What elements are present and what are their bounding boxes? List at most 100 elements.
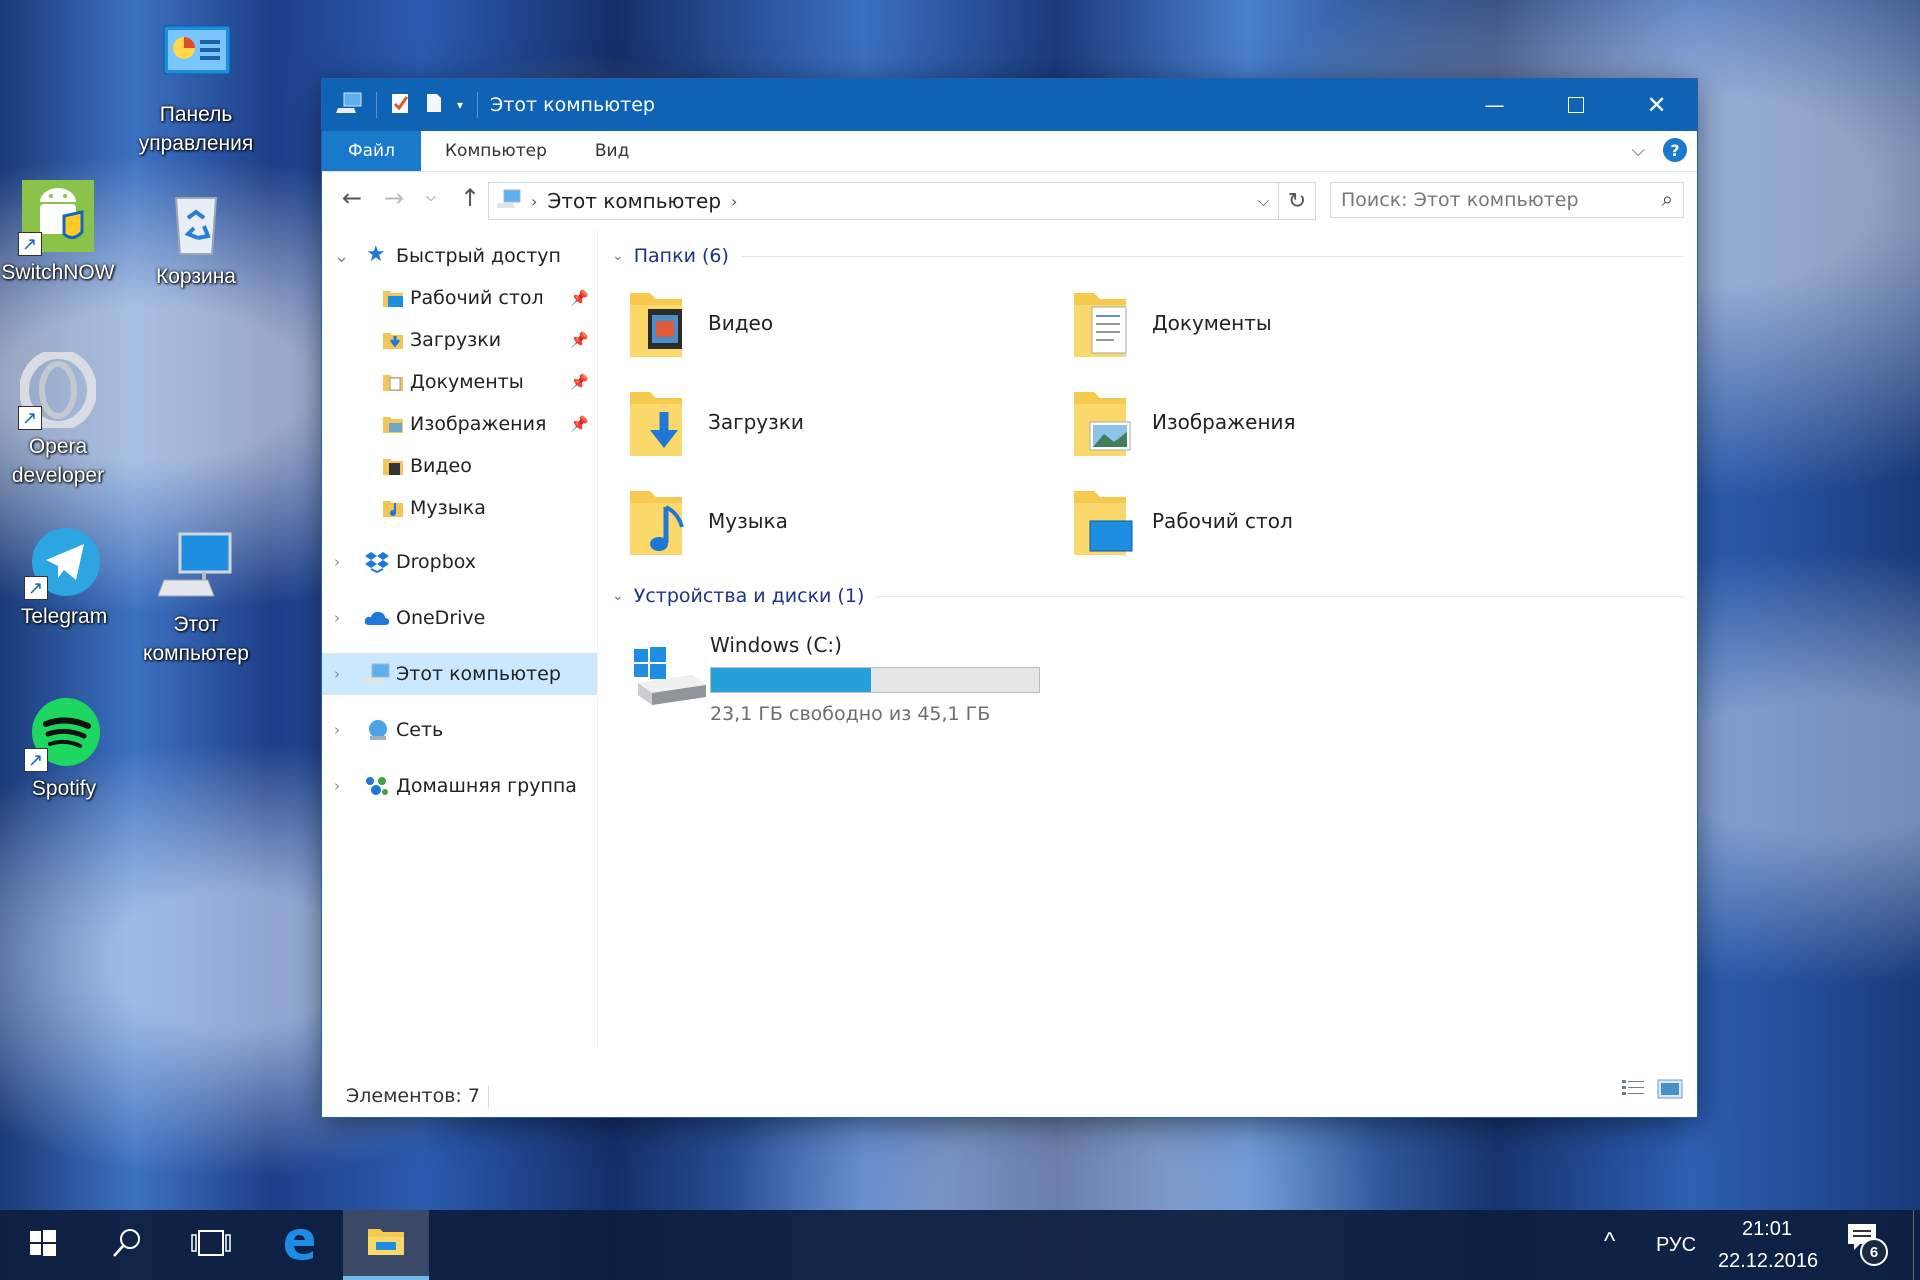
up-button[interactable]: ↑ (450, 184, 490, 212)
folder-tile-documents[interactable]: Документы (1042, 279, 1482, 367)
folder-tile-pictures[interactable]: Изображения (1042, 378, 1482, 466)
folder-tile-music[interactable]: Музыка (598, 477, 1038, 565)
address-bar[interactable]: › Этот компьютер › ⌵ ↻ (488, 182, 1316, 220)
chevron-right-icon[interactable]: › (334, 721, 340, 739)
nav-item-dropbox[interactable]: › Dropbox (322, 541, 597, 583)
forward-button[interactable]: → (374, 184, 414, 212)
nav-item-music[interactable]: Музыка (322, 487, 597, 529)
pin-icon[interactable]: 📌 (570, 331, 589, 349)
folder-label: Изображения (1152, 410, 1296, 434)
address-dropdown-icon[interactable]: ⌵ (1258, 192, 1269, 210)
taskbar-edge[interactable] (256, 1210, 342, 1280)
folder-label: Загрузки (708, 410, 804, 434)
nav-item-network[interactable]: › Сеть (322, 709, 597, 751)
refresh-button[interactable]: ↻ (1278, 183, 1315, 219)
large-icons-view-icon[interactable] (1657, 1078, 1683, 1105)
nav-label: Dropbox (396, 551, 477, 573)
desktop-folder-icon (1072, 483, 1138, 559)
clock-time[interactable]: 21:01 (1742, 1218, 1792, 1241)
chevron-right-icon[interactable]: › (334, 609, 340, 627)
group-header-devices[interactable]: ⌄ Устройства и диски (1) (612, 585, 1684, 607)
breadcrumb-this-pc[interactable]: Этот компьютер (547, 189, 721, 213)
search-button[interactable] (84, 1210, 170, 1280)
folder-tile-downloads[interactable]: Загрузки (598, 378, 1038, 466)
folder-tile-desktop[interactable]: Рабочий стол (1042, 477, 1482, 565)
pin-icon[interactable]: 📌 (570, 373, 589, 391)
desktop-icon-label: Этот (173, 613, 219, 636)
folder-tile-videos[interactable]: Видео (598, 279, 1038, 367)
chevron-right-icon[interactable]: › (334, 777, 340, 795)
nav-item-pictures[interactable]: Изображения 📌 (322, 403, 597, 445)
nav-item-documents[interactable]: Документы 📌 (322, 361, 597, 403)
language-indicator[interactable]: РУС (1656, 1234, 1696, 1257)
help-button[interactable]: ? (1663, 138, 1687, 162)
group-header-folders[interactable]: ⌄ Папки (6) (612, 245, 1684, 267)
folder-label: Видео (708, 311, 774, 335)
maximize-button[interactable] (1535, 79, 1616, 131)
nav-item-onedrive[interactable]: › OneDrive (322, 597, 597, 639)
recent-locations-button[interactable]: ⌵ (426, 190, 436, 205)
pin-icon[interactable]: 📌 (570, 289, 589, 307)
network-icon (364, 718, 387, 740)
expand-ribbon-icon[interactable]: ⌵ (1631, 140, 1645, 161)
desktop-icon-label: Корзина (156, 265, 236, 288)
nav-item-quick-access[interactable]: ⌄ ★ Быстрый доступ (322, 235, 597, 277)
clock-date[interactable]: 22.12.2016 (1718, 1250, 1818, 1273)
chevron-right-icon[interactable]: › (334, 553, 340, 571)
pictures-folder-icon (1072, 384, 1138, 460)
desktop-folder-icon (382, 288, 404, 308)
chevron-right-icon[interactable]: › (334, 665, 340, 683)
status-divider (488, 1085, 489, 1109)
tab-file[interactable]: Файл (322, 131, 421, 171)
desktop-icon-opera[interactable]: Opera developer (0, 349, 116, 490)
desktop-icon-this-pc[interactable]: Этот компьютер (138, 530, 254, 668)
action-center-button[interactable]: 6 (1846, 1222, 1890, 1266)
content-pane: ⌄ Папки (6) Видео Документы Загрузки Изо… (598, 229, 1697, 1047)
desktop-icon-recycle-bin[interactable]: Корзина (138, 182, 254, 291)
nav-label: Документы (410, 371, 524, 393)
nav-item-desktop[interactable]: Рабочий стол 📌 (322, 277, 597, 319)
nav-label: Музыка (410, 497, 486, 519)
videos-folder-icon (382, 456, 404, 476)
dropbox-icon (364, 551, 389, 574)
taskbar-file-explorer[interactable] (343, 1210, 429, 1280)
desktop-icon-control-panel[interactable]: Панель управления (138, 20, 254, 158)
control-panel-icon (158, 20, 234, 96)
drive-tile-c[interactable]: Windows (C:) 23,1 ГБ свободно из 45,1 ГБ (598, 621, 1118, 731)
desktop-icon-switchnow[interactable]: SwitchNOW (0, 178, 116, 287)
show-desktop-button[interactable] (1913, 1210, 1920, 1280)
properties-icon[interactable] (391, 92, 411, 118)
show-hidden-icons-button[interactable]: ^ (1604, 1228, 1615, 1256)
chevron-down-icon[interactable]: ⌄ (334, 246, 349, 267)
back-button[interactable]: ← (332, 184, 372, 212)
drive-free-space: 23,1 ГБ свободно из 45,1 ГБ (710, 703, 991, 725)
details-view-icon[interactable] (1621, 1078, 1645, 1105)
computer-icon (497, 189, 521, 214)
minimize-button[interactable]: — (1454, 79, 1535, 131)
nav-item-homegroup[interactable]: › Домашняя группа (322, 765, 597, 807)
nav-item-videos[interactable]: Видео (322, 445, 597, 487)
downloads-folder-icon (628, 384, 694, 460)
tab-computer[interactable]: Компьютер (421, 131, 571, 171)
shortcut-arrow-icon (24, 746, 48, 775)
tab-view[interactable]: Вид (571, 131, 653, 171)
close-button[interactable]: ✕ (1616, 79, 1697, 131)
maximize-icon (1567, 97, 1584, 113)
chevron-down-icon[interactable]: ▾ (457, 98, 463, 112)
nav-label: Рабочий стол (410, 287, 544, 309)
breadcrumb-separator-icon[interactable]: › (731, 192, 737, 211)
window-title: Этот компьютер (490, 94, 655, 116)
new-folder-icon[interactable] (425, 92, 443, 118)
start-button[interactable] (0, 1210, 86, 1280)
nav-item-downloads[interactable]: Загрузки 📌 (322, 319, 597, 361)
task-view-button[interactable] (168, 1210, 254, 1280)
nav-label: Этот компьютер (396, 663, 561, 685)
notification-count-badge: 6 (1860, 1238, 1888, 1266)
desktop-icon-telegram[interactable]: Telegram (6, 522, 122, 631)
pin-icon[interactable]: 📌 (570, 415, 589, 433)
desktop-icon-label: Opera (28, 435, 88, 458)
nav-item-this-pc[interactable]: › Этот компьютер (322, 653, 597, 695)
search-input[interactable]: Поиск: Этот компьютер ⌕ (1330, 182, 1684, 218)
desktop-icon-label: developer (11, 464, 105, 487)
desktop-icon-spotify[interactable]: Spotify (6, 694, 122, 803)
